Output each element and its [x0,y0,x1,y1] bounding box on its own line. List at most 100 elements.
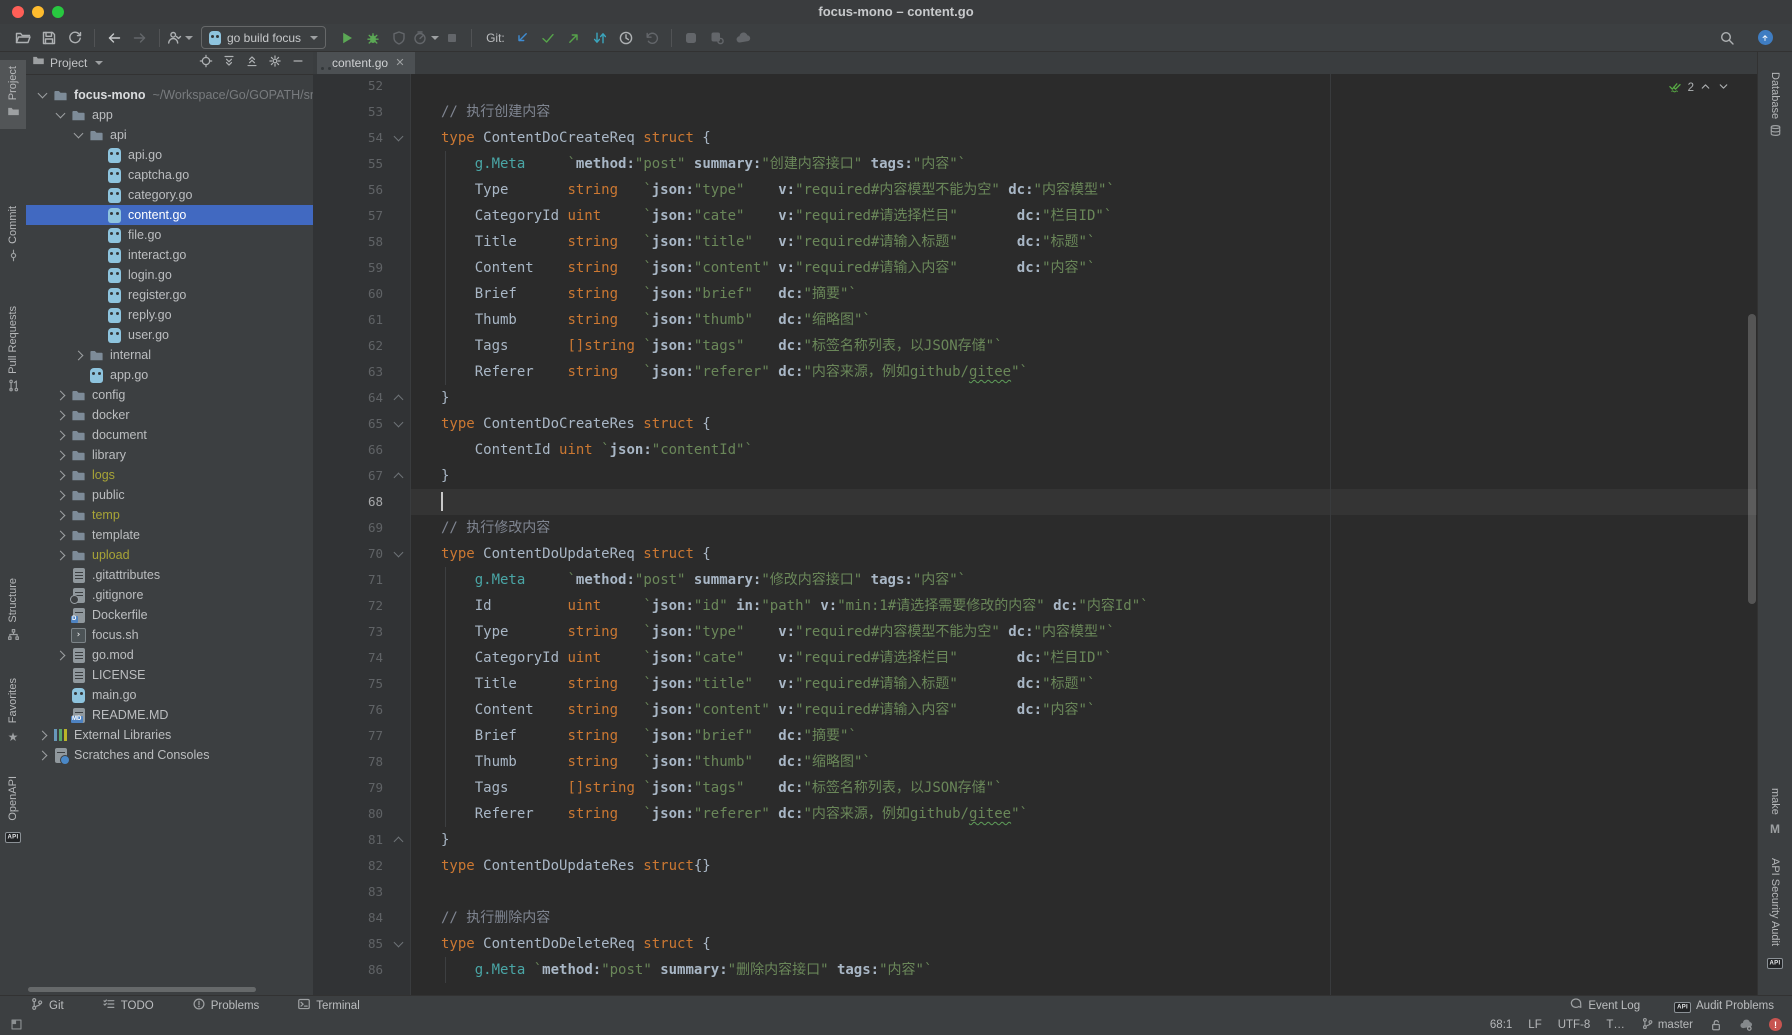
chevron-closed-icon[interactable] [50,652,70,659]
profiler-icon[interactable] [412,26,439,50]
git-branch-widget[interactable]: master [1641,1017,1693,1033]
tree-item-main-go[interactable]: main.go [26,685,313,705]
tree-item-reply-go[interactable]: reply.go [26,305,313,325]
user-icon[interactable] [166,26,193,50]
chevron-closed-icon[interactable] [32,752,52,759]
save-icon[interactable] [36,26,62,50]
fold-close-icon[interactable] [391,827,405,853]
tree-item--gitattributes[interactable]: .gitattributes [26,565,313,585]
fold-close-icon[interactable] [391,385,405,411]
fold-open-icon[interactable] [391,541,405,567]
error-badge-icon[interactable]: ! [1769,1018,1782,1031]
tool-stripe-commit[interactable]: Commit [0,200,26,273]
toolwindow-button-todo[interactable]: TODO [102,997,154,1014]
tree-item-config[interactable]: config [26,385,313,405]
tree-item-scratches-and-consoles[interactable]: Scratches and Consoles [26,745,313,765]
tree-item-content-go[interactable]: content.go [26,205,313,225]
tree-item-dockerfile[interactable]: DDockerfile [26,605,313,625]
shelve-icon[interactable] [678,26,704,50]
search-icon[interactable] [1714,26,1740,50]
lock-open-icon[interactable] [1709,1018,1723,1032]
tree-item-docker[interactable]: docker [26,405,313,425]
chevron-closed-icon[interactable] [50,412,70,419]
rollback-icon[interactable] [639,26,665,50]
fold-close-icon[interactable] [391,463,405,489]
run-icon[interactable] [334,26,360,50]
tree-item-api-go[interactable]: api.go [26,145,313,165]
gear-icon[interactable] [268,54,282,73]
code-editor[interactable]: 5253545556575859606162636465666768697071… [313,74,1758,995]
git-fetch-icon[interactable] [587,26,613,50]
chevron-open-icon[interactable] [50,113,70,117]
tree-item-interact-go[interactable]: interact.go [26,245,313,265]
minimize-window-button[interactable] [32,6,44,18]
toolwindow-button-event-log[interactable]: Event Log [1569,997,1640,1014]
cloud-gear-icon[interactable] [1739,1018,1753,1032]
debug-icon[interactable] [360,26,386,50]
toolwindow-button-audit-problems[interactable]: APIAudit Problems [1674,1000,1774,1012]
tool-stripe-openapi[interactable]: OpenAPIAPI [0,770,26,850]
chevron-down-icon[interactable] [95,61,103,65]
tool-stripe-api-security-audit[interactable]: API Security AuditAPI [1758,852,1792,975]
collapse-all-icon[interactable] [245,54,259,73]
shelve-find-icon[interactable] [704,26,730,50]
tool-stripe-pull-requests[interactable]: Pull Requests [0,300,26,403]
tree-item-logs[interactable]: logs [26,465,313,485]
hide-panel-icon[interactable] [291,54,305,73]
tree-item-public[interactable]: public [26,485,313,505]
locate-icon[interactable] [199,54,213,73]
git-commit-icon[interactable] [535,26,561,50]
fold-open-icon[interactable] [391,931,405,957]
chevron-closed-icon[interactable] [50,432,70,439]
fold-open-icon[interactable] [391,125,405,151]
tree-item-readme-md[interactable]: MDREADME.MD [26,705,313,725]
editor-vertical-scrollbar[interactable] [1748,314,1756,604]
back-icon[interactable] [101,26,127,50]
next-problem-button[interactable] [1717,80,1730,96]
tree-item-document[interactable]: document [26,425,313,445]
tab-content-go[interactable]: content.go [317,52,415,74]
chevron-closed-icon[interactable] [50,392,70,399]
expand-all-icon[interactable] [222,54,236,73]
open-folder-icon[interactable] [10,26,36,50]
tree-item-template[interactable]: template [26,525,313,545]
prev-problem-button[interactable] [1699,80,1712,96]
fold-open-icon[interactable] [391,411,405,437]
tree-item-library[interactable]: library [26,445,313,465]
chevron-closed-icon[interactable] [50,512,70,519]
tree-item-register-go[interactable]: register.go [26,285,313,305]
ide-update-icon[interactable] [1752,26,1778,50]
close-window-button[interactable] [12,6,24,18]
project-panel-title[interactable]: Project [50,56,87,70]
cloud-icon[interactable] [730,26,756,50]
tree-item-user-go[interactable]: user.go [26,325,313,345]
toolwindow-button-git[interactable]: Git [30,997,64,1014]
chevron-closed-icon[interactable] [50,532,70,539]
tree-item-temp[interactable]: temp [26,505,313,525]
tree-item-captcha-go[interactable]: captcha.go [26,165,313,185]
tree-item-upload[interactable]: upload [26,545,313,565]
tree-item-license[interactable]: LICENSE [26,665,313,685]
tree-item-internal[interactable]: internal [26,345,313,365]
indent-indicator[interactable]: T… [1606,1019,1625,1031]
run-configuration-select[interactable]: go build focus [201,26,326,49]
tool-stripe-structure[interactable]: Structure [0,572,26,652]
zoom-window-button[interactable] [52,6,64,18]
coverage-icon[interactable] [386,26,412,50]
inspection-widget[interactable]: 2 [1668,79,1730,97]
tool-stripe-database[interactable]: Database [1758,66,1792,148]
tree-item-focus-mono[interactable]: focus-mono~/Workspace/Go/GOPATH/src/gith… [26,85,313,105]
tree-item--gitignore[interactable]: .gitignore [26,585,313,605]
tree-item-app[interactable]: app [26,105,313,125]
chevron-open-icon[interactable] [32,93,52,97]
tree-item-category-go[interactable]: category.go [26,185,313,205]
toolwindow-button-problems[interactable]: Problems [192,997,260,1014]
chevron-closed-icon[interactable] [50,492,70,499]
chevron-closed-icon[interactable] [50,552,70,559]
tree-item-go-mod[interactable]: go.mod [26,645,313,665]
tool-stripe-favorites[interactable]: Favorites★ [0,672,26,752]
toolwindow-button-terminal[interactable]: Terminal [297,997,359,1014]
close-icon[interactable] [394,56,406,71]
tree-item-focus-sh[interactable]: ›focus.sh [26,625,313,645]
caret-position[interactable]: 68:1 [1490,1019,1512,1031]
